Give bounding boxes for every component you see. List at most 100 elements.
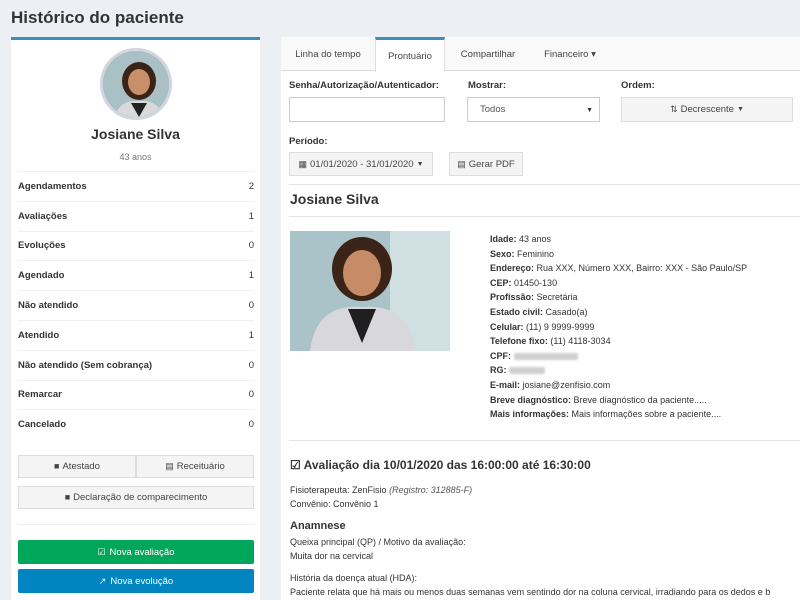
stat-row[interactable]: Avaliações 1 [18, 200, 254, 231]
divider [289, 440, 800, 441]
caret-down-icon: ▼ [416, 160, 424, 168]
app-frame: Histórico do paciente Josiane Silva 43 a… [0, 0, 800, 600]
gerar-pdf-label: Gerar PDF [468, 158, 515, 170]
senha-label: Senha/Autorização/Autenticador: [289, 80, 439, 91]
senha-input[interactable] [289, 97, 445, 122]
stat-row[interactable]: Remarcar 0 [18, 379, 254, 410]
stat-label: Remarcar [18, 389, 62, 401]
avatar-photo [103, 51, 169, 117]
convenio-line: Convênio: Convênio 1 [290, 499, 379, 509]
check-square-icon: ☑ [290, 458, 301, 472]
stat-label: Cancelado [18, 419, 67, 431]
avatar [100, 48, 172, 120]
stat-count: 0 [248, 359, 254, 371]
tab-compartilhar[interactable]: Compartilhar [445, 37, 531, 71]
patient-details: Idade: 43 anos Sexo: Feminino Endereço: … [490, 232, 800, 422]
ordem-label: Ordem: [621, 80, 655, 91]
stat-row[interactable]: Evoluções 0 [18, 230, 254, 261]
file-icon: ■ [64, 492, 71, 502]
stat-row[interactable]: Agendamentos 2 [18, 171, 254, 201]
tab-prontuario[interactable]: Prontuário [375, 37, 445, 72]
patient-name: Josiane Silva [91, 126, 180, 142]
queixa-value: Muita dor na cervical [290, 551, 374, 561]
stat-row[interactable]: Agendado 1 [18, 260, 254, 290]
patient-age: 43 anos [119, 152, 152, 162]
tab-bar: Linha do tempo Prontuário Compartilhar F… [281, 37, 800, 72]
stat-count: 1 [248, 329, 254, 341]
tab-financeiro[interactable]: Financeiro ▾ [531, 37, 609, 71]
detail-profissao: Profissão: Secretária [490, 292, 578, 303]
mostrar-label: Mostrar: [468, 80, 507, 91]
atestado-label: Atestado [62, 461, 100, 472]
pdf-icon: ▤ [457, 158, 466, 169]
hda-value: Paciente relata que há mais ou menos dua… [290, 587, 771, 597]
stat-label: Atendido [18, 329, 60, 341]
avaliacao-title: ☑ Avaliação dia 10/01/2020 das 16:00:00 … [290, 458, 591, 472]
stat-count: 1 [248, 270, 254, 282]
stat-row[interactable]: Atendido 1 [18, 319, 254, 350]
line-chart-icon: ↗ [98, 575, 107, 586]
queixa-label: Queixa principal (QP) / Motivo da avalia… [290, 537, 466, 547]
stat-row[interactable]: Cancelado 0 [18, 409, 254, 439]
detail-rg: RG: [490, 363, 800, 378]
nova-evolucao-label: Nova evolução [110, 575, 174, 587]
stat-label: Não atendido [18, 300, 79, 312]
stat-label: Evoluções [18, 240, 66, 252]
atestado-button[interactable]: ■ Atestado [18, 455, 136, 478]
stat-count: 0 [248, 389, 254, 401]
periodo-picker[interactable]: ▦ 01/01/2020 - 31/01/2020 ▼ [289, 152, 433, 176]
ordem-value: Decrescente [680, 104, 734, 115]
detail-idade: Idade: 43 anos [490, 234, 552, 244]
patient-sidebar: Josiane Silva 43 anos Agendamentos 2 Aval… [11, 37, 260, 600]
page-title: Histórico do paciente [11, 8, 184, 27]
nova-evolucao-button[interactable]: ↗ Nova evolução [18, 569, 254, 593]
stat-label: Avaliações [18, 210, 68, 222]
avaliacao-title-text: Avaliação dia 10/01/2020 das 16:00:00 at… [303, 458, 591, 472]
detail-cpf: CPF: [490, 349, 800, 364]
file-icon: ■ [54, 461, 60, 471]
stat-label: Não atendido (Sem cobrança) [18, 359, 153, 371]
patient-heading: Josiane Silva [290, 191, 379, 207]
receituario-label: Receituário [176, 461, 225, 472]
stat-count: 0 [248, 419, 254, 431]
divider [289, 216, 800, 217]
gerar-pdf-button[interactable]: ▤ Gerar PDF [449, 152, 523, 176]
calendar-icon: ▦ [298, 158, 308, 169]
tab-linha-do-tempo[interactable]: Linha do tempo [281, 37, 375, 71]
divider [18, 524, 254, 525]
stat-row[interactable]: Não atendido (Sem cobrança) 0 [18, 349, 254, 380]
stat-row[interactable]: Não atendido 0 [18, 290, 254, 320]
periodo-label: Período: [289, 136, 328, 147]
declaracao-label: Declaração de comparecimento [73, 492, 208, 503]
detail-cep: CEP: 01450-130 [490, 277, 558, 288]
detail-endereco: Endereço: Rua XXX, Número XXX, Bairro: X… [490, 263, 748, 274]
ordem-dropdown[interactable]: ⇅ Decrescente ▼ [621, 97, 793, 122]
sort-icon: ⇅ [670, 104, 678, 114]
stat-count: 1 [248, 210, 254, 222]
detail-diagnostico: Breve diagnóstico: Breve diagnóstico da … [490, 394, 707, 405]
registro-text: (Registro: 312885-F) [389, 485, 473, 495]
declaracao-button[interactable]: ■ Declaração de comparecimento [18, 486, 254, 509]
file-text-icon: ▤ [165, 461, 174, 471]
caret-down-icon: ▼ [736, 106, 744, 113]
caret-down-icon: ▼ [586, 107, 593, 114]
patient-photo [290, 231, 450, 351]
appointment-stats: Agendamentos 2 Avaliações 1 Evoluções 0 Age… [18, 171, 254, 439]
receituario-button[interactable]: ▤ Receituário [136, 455, 254, 478]
prontuario-panel: Linha do tempo Prontuário Compartilhar F… [281, 37, 800, 600]
anamnese-heading: Anamnese [290, 520, 346, 532]
mostrar-value: Todos [480, 104, 506, 115]
divider [289, 184, 800, 185]
stat-count: 2 [248, 180, 254, 192]
detail-sexo: Sexo: Feminino [490, 248, 555, 259]
stat-label: Agendado [18, 270, 65, 282]
mostrar-select[interactable]: Todos ▼ [467, 97, 600, 122]
detail-estado-civil: Estado civil: Casado(a) [490, 306, 588, 317]
check-square-icon: ☑ [97, 546, 106, 557]
hda-label: História da doença atual (HDA): [290, 573, 418, 583]
patient-photo-image [290, 231, 450, 351]
periodo-value: 01/01/2020 - 31/01/2020 [310, 158, 414, 170]
redacted-cpf [513, 352, 578, 360]
detail-celular: Celular: (11) 9 9999-9999 [490, 321, 595, 332]
nova-avaliacao-button[interactable]: ☑ Nova avaliação [18, 540, 254, 564]
